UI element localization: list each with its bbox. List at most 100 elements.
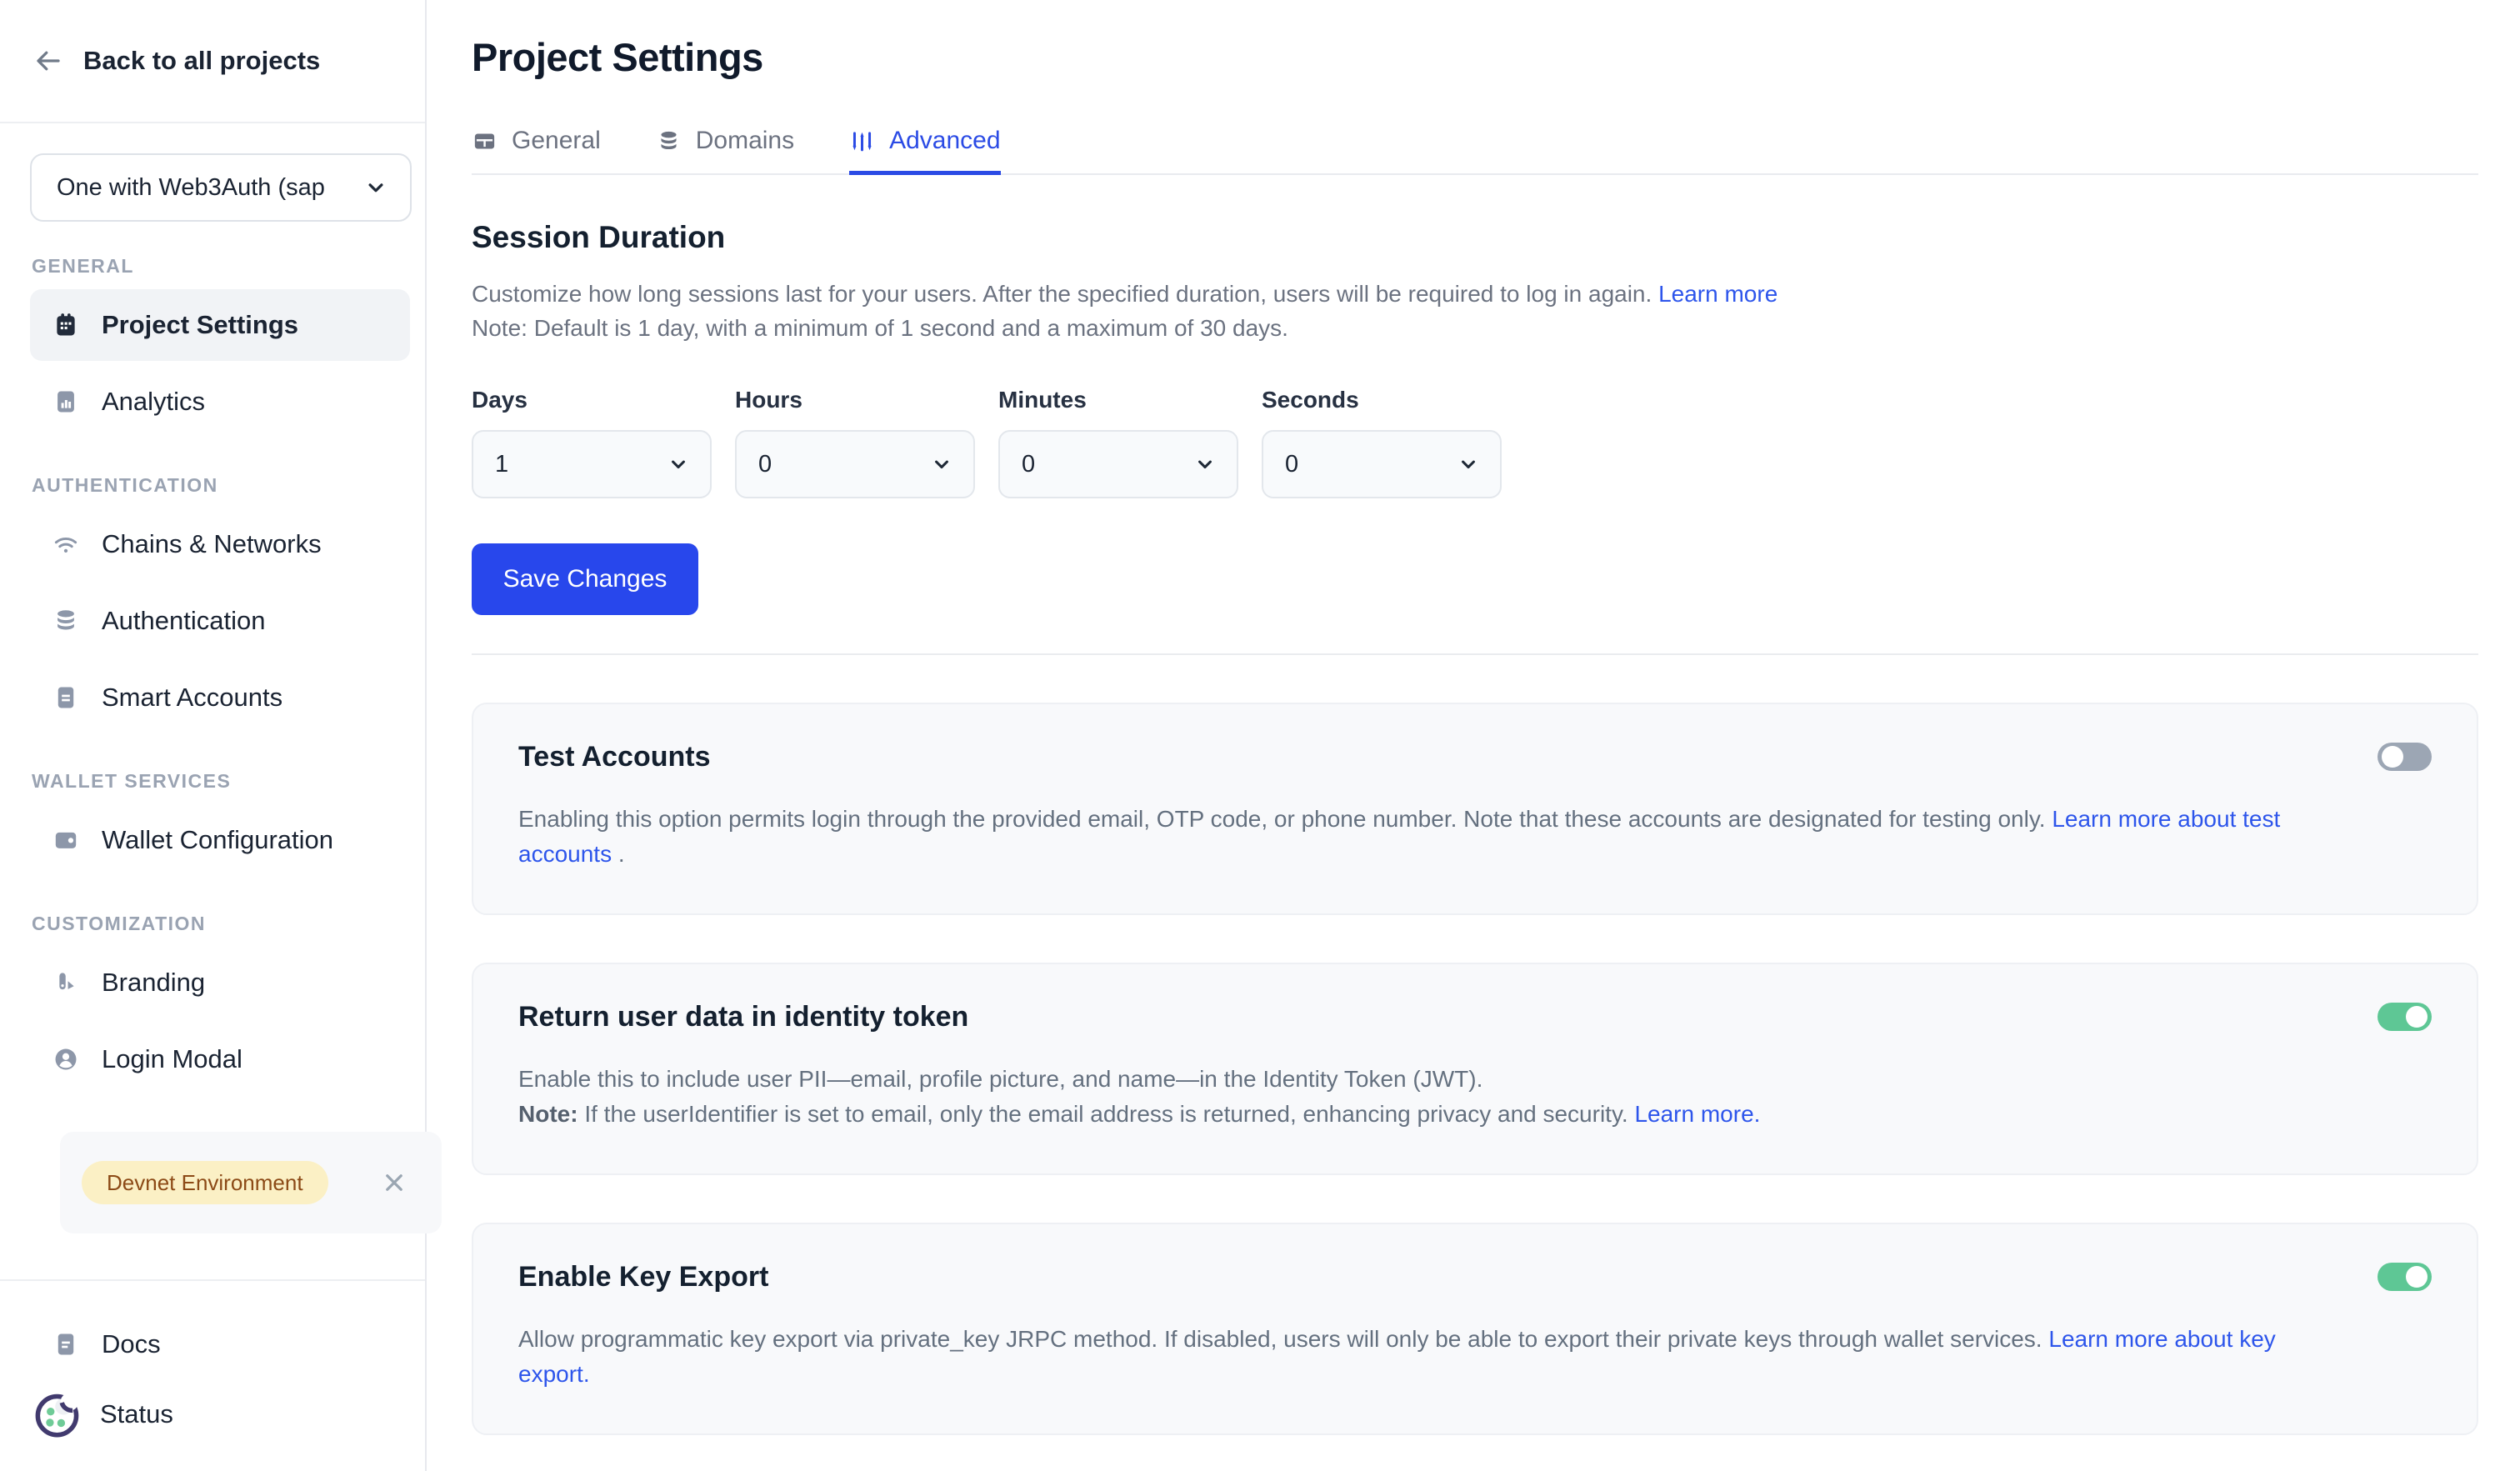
- sidebar-item-smart-accounts[interactable]: Smart Accounts: [30, 662, 410, 733]
- card-description: Enabling this option permits login throu…: [518, 802, 2352, 872]
- duration-fields: Days 1 Hours 0 Minutes 0: [472, 387, 2478, 498]
- arrow-left-icon: [33, 46, 63, 76]
- section-label-authentication: AUTHENTICATION: [32, 474, 410, 497]
- save-changes-button[interactable]: Save Changes: [472, 543, 698, 615]
- sidebar-item-wallet-configuration[interactable]: Wallet Configuration: [30, 804, 410, 876]
- sidebar-item-authentication[interactable]: Authentication: [30, 585, 410, 657]
- test-accounts-toggle[interactable]: [2378, 743, 2432, 771]
- field-label: Hours: [735, 387, 975, 413]
- chevron-down-icon: [1193, 453, 1217, 476]
- sidebar-footer: Docs Status: [0, 1279, 425, 1471]
- tab-general[interactable]: General: [472, 127, 601, 173]
- tab-bar: General Domains: [472, 127, 2478, 175]
- footer-item-label: Status: [100, 1399, 173, 1429]
- docs-icon: [52, 1330, 80, 1358]
- select-value: 0: [1022, 451, 1035, 478]
- sidebar-item-label: Login Modal: [102, 1044, 242, 1074]
- chevron-down-icon: [930, 453, 953, 476]
- main-content: Project Settings General Domains: [427, 0, 2520, 1471]
- project-selector[interactable]: One with Web3Auth (sap: [30, 153, 412, 222]
- chevron-down-icon: [363, 175, 388, 200]
- tab-label: Advanced: [889, 127, 1000, 155]
- tab-label: General: [512, 127, 601, 155]
- card-title: Test Accounts: [518, 741, 2432, 773]
- session-note-text: Default is 1 day, with a minimum of 1 se…: [534, 315, 1288, 341]
- sidebar-item-label: Project Settings: [102, 310, 298, 340]
- card-text: Allow programmatic key export via privat…: [518, 1326, 2042, 1352]
- hours-select[interactable]: 0: [735, 430, 975, 498]
- sidebar-item-label: Chains & Networks: [102, 529, 322, 559]
- session-note-label: Note:: [472, 315, 528, 341]
- sidebar-nav: One with Web3Auth (sap GENERAL Project S…: [0, 123, 425, 1233]
- sidebar-item-docs[interactable]: Docs: [30, 1309, 410, 1379]
- field-label: Days: [472, 387, 712, 413]
- toggle-knob: [2406, 1266, 2428, 1288]
- tab-domains[interactable]: Domains: [656, 127, 794, 173]
- sidebar-item-project-settings[interactable]: Project Settings: [30, 289, 410, 361]
- field-minutes: Minutes 0: [998, 387, 1238, 498]
- section-label-wallet-services: WALLET SERVICES: [32, 770, 410, 793]
- session-duration-description: Customize how long sessions last for you…: [472, 277, 2478, 345]
- select-value: 1: [495, 451, 508, 478]
- database-icon: [52, 607, 80, 635]
- field-label: Seconds: [1262, 387, 1502, 413]
- session-duration-heading: Session Duration: [472, 220, 2478, 255]
- card-text-suffix: .: [612, 841, 625, 867]
- key-export-toggle[interactable]: [2378, 1263, 2432, 1291]
- sidebar-item-login-modal[interactable]: Login Modal: [30, 1023, 410, 1095]
- identity-token-learn-more-link[interactable]: Learn more.: [1634, 1101, 1760, 1127]
- brush-icon: [52, 968, 80, 997]
- analytics-icon: [52, 388, 80, 416]
- card-title: Enable Key Export: [518, 1261, 2432, 1293]
- tab-label: Domains: [696, 127, 794, 155]
- wifi-icon: [52, 530, 80, 558]
- card-description: Allow programmatic key export via privat…: [518, 1322, 2352, 1392]
- section-label-general: GENERAL: [32, 255, 410, 278]
- sidebar-item-chains-networks[interactable]: Chains & Networks: [30, 508, 410, 580]
- select-value: 0: [1285, 451, 1298, 478]
- toggle-knob: [2406, 1006, 2428, 1028]
- close-icon: [380, 1168, 408, 1197]
- field-seconds: Seconds 0: [1262, 387, 1502, 498]
- back-to-projects-button[interactable]: Back to all projects: [0, 0, 425, 123]
- minutes-select[interactable]: 0: [998, 430, 1238, 498]
- session-desc-text: Customize how long sessions last for you…: [472, 281, 1652, 307]
- project-selector-value: One with Web3Auth (sap: [57, 174, 325, 202]
- field-days: Days 1: [472, 387, 712, 498]
- card-note-label: Note:: [518, 1101, 578, 1127]
- tab-advanced[interactable]: Advanced: [849, 127, 1000, 173]
- file-text-icon: [52, 683, 80, 712]
- session-learn-more-link[interactable]: Learn more: [1658, 281, 1778, 307]
- identity-token-card: Return user data in identity token Enabl…: [472, 963, 2478, 1175]
- footer-item-label: Docs: [102, 1329, 161, 1359]
- environment-badge: Devnet Environment: [82, 1161, 328, 1204]
- environment-card: Devnet Environment: [60, 1132, 442, 1233]
- chevron-down-icon: [667, 453, 690, 476]
- page-title: Project Settings: [472, 35, 2478, 80]
- user-circle-icon: [52, 1045, 80, 1073]
- sidebar: Back to all projects One with Web3Auth (…: [0, 0, 427, 1471]
- card-title: Return user data in identity token: [518, 1001, 2432, 1033]
- database-icon: [656, 128, 682, 154]
- field-label: Minutes: [998, 387, 1238, 413]
- back-label: Back to all projects: [83, 46, 320, 76]
- sidebar-item-label: Smart Accounts: [102, 683, 282, 713]
- card-text: Enable this to include user PII—email, p…: [518, 1066, 1482, 1092]
- test-accounts-card: Test Accounts Enabling this option permi…: [472, 703, 2478, 915]
- identity-token-toggle[interactable]: [2378, 1003, 2432, 1031]
- app-window: Back to all projects One with Web3Auth (…: [0, 0, 2520, 1471]
- sidebar-item-branding[interactable]: Branding: [30, 947, 410, 1018]
- sidebar-item-label: Analytics: [102, 387, 205, 417]
- environment-close-button[interactable]: [380, 1168, 408, 1197]
- table-icon: [472, 128, 498, 154]
- seconds-select[interactable]: 0: [1262, 430, 1502, 498]
- sidebar-item-analytics[interactable]: Analytics: [30, 366, 410, 438]
- sidebar-item-status[interactable]: Status: [30, 1379, 410, 1449]
- chevron-down-icon: [1457, 453, 1480, 476]
- days-select[interactable]: 1: [472, 430, 712, 498]
- card-text: If the userIdentifier is set to email, o…: [584, 1101, 1628, 1127]
- clipboard-icon: [52, 311, 80, 339]
- key-export-card: Enable Key Export Allow programmatic key…: [472, 1223, 2478, 1435]
- field-hours: Hours 0: [735, 387, 975, 498]
- toggle-knob: [2382, 746, 2403, 768]
